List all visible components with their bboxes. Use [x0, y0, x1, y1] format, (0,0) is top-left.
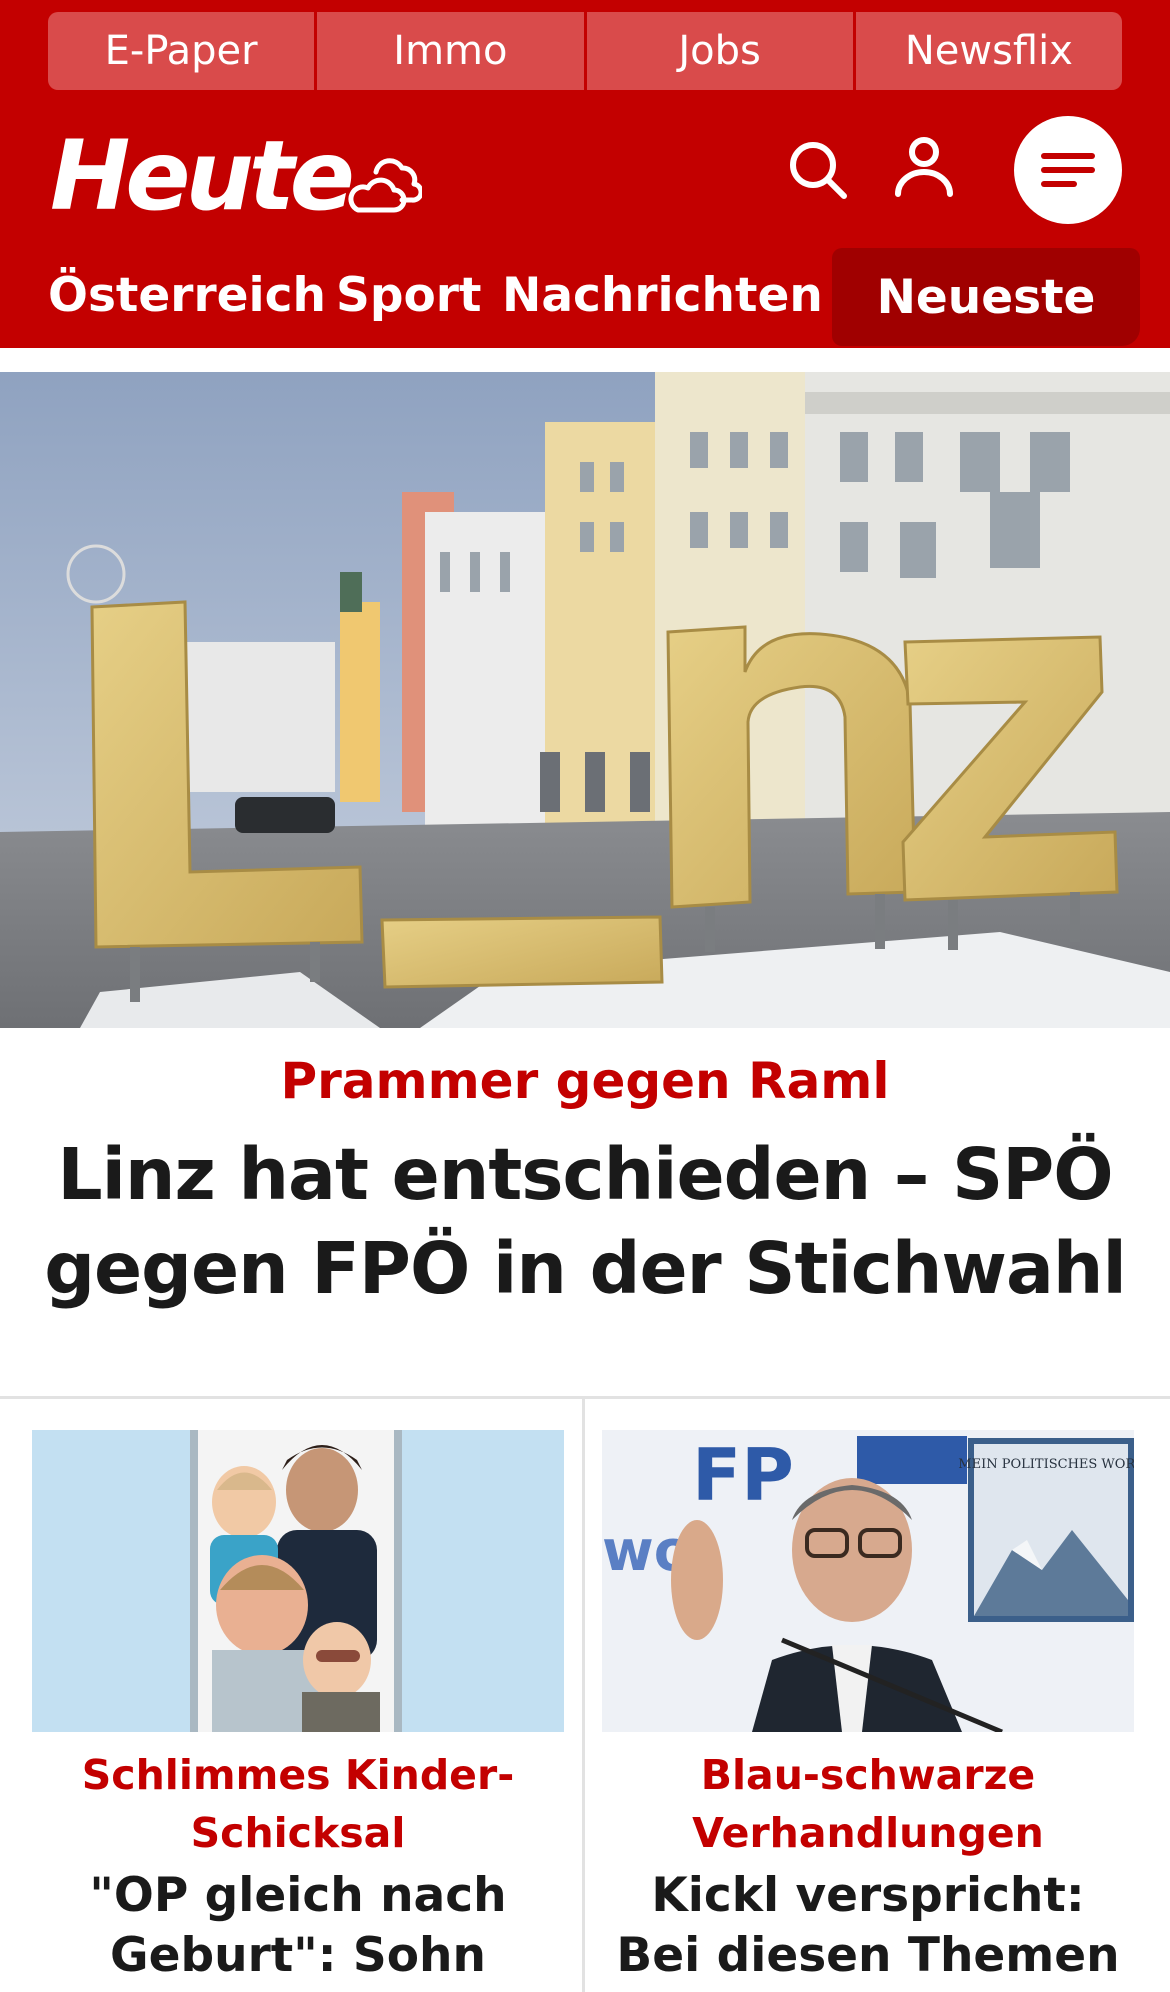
site-header: E-Paper Immo Jobs Newsflix Heute Österre…: [0, 0, 1170, 348]
kickl-photo: FP wo MEIN POLITISCHES WORT: [602, 1430, 1134, 1732]
search-icon[interactable]: [788, 140, 848, 200]
article-card-right[interactable]: FP wo MEIN POLITISCHES WORT Blau-schwarz…: [602, 1430, 1134, 1992]
article-card-left[interactable]: Schlimmes Kinder-Schicksal "OP gleich na…: [32, 1430, 564, 1992]
top-links-bar: E-Paper Immo Jobs Newsflix: [48, 12, 1122, 90]
nav-item-nachrichten[interactable]: Nachrichten: [502, 268, 823, 323]
menu-button[interactable]: [1014, 116, 1122, 224]
svg-text:FP: FP: [692, 1433, 794, 1517]
nav-item-sport[interactable]: Sport: [336, 268, 481, 323]
top-link-jobs[interactable]: Jobs: [587, 12, 856, 90]
card-kicker: Schlimmes Kinder-Schicksal: [81, 1751, 515, 1857]
nav-item-oesterreich[interactable]: Österreich: [48, 268, 326, 323]
cloud-sun-icon[interactable]: [346, 148, 422, 216]
hero-image[interactable]: [0, 372, 1170, 1028]
section-divider: [0, 1396, 1170, 1399]
card-kicker: Blau-schwarze Verhandlungen: [692, 1751, 1044, 1857]
top-link-immo[interactable]: Immo: [317, 12, 587, 90]
hamburger-icon: [1041, 153, 1095, 187]
family-photo: [32, 1430, 564, 1732]
hero-kicker[interactable]: Prammer gegen Raml: [0, 1052, 1170, 1110]
main-nav: Österreich Sport Nachrichten Neueste: [0, 248, 1170, 348]
heute-logo[interactable]: Heute: [50, 128, 355, 224]
top-link-newsflix[interactable]: Newsflix: [856, 12, 1122, 90]
column-divider: [582, 1399, 585, 1992]
nav-item-neueste[interactable]: Neueste: [832, 248, 1140, 346]
hero-title[interactable]: Linz hat entschieden – SPÖ gegen FPÖ in …: [10, 1128, 1160, 1316]
top-link-epaper[interactable]: E-Paper: [48, 12, 318, 90]
card-title: "OP gleich nach Geburt": Sohn wurde: [89, 1868, 507, 1992]
poster-title: MEIN POLITISCHES WORT: [958, 1457, 1134, 1472]
card-title: Kickl verspricht: Bei diesen Themen ände…: [616, 1868, 1120, 1992]
user-icon[interactable]: [894, 136, 954, 198]
